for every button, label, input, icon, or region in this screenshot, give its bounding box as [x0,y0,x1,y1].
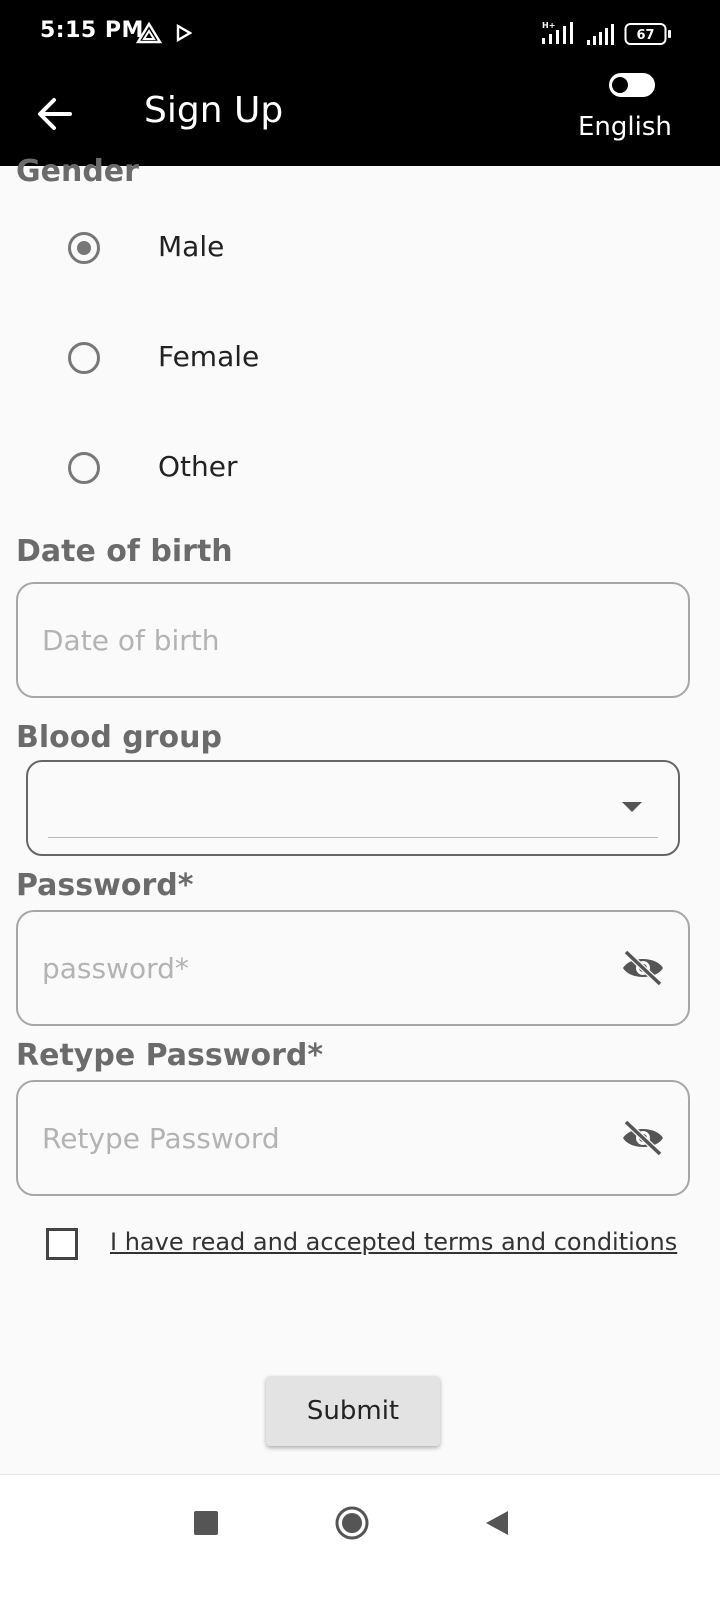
page-title: Sign Up [144,90,284,131]
radio-label: Male [158,230,225,263]
radio-button-icon[interactable] [68,452,100,484]
password-field[interactable] [16,910,690,1026]
dob-field[interactable] [16,582,690,698]
terms-checkbox[interactable] [46,1228,78,1260]
recents-square-icon[interactable] [192,1509,220,1541]
chevron-down-icon[interactable] [622,802,642,812]
radio-other[interactable]: Other [60,440,460,500]
language-label[interactable]: English [578,112,672,142]
eye-off-icon[interactable] [620,1118,666,1158]
gender-label: Gender [16,154,139,189]
dob-label: Date of birth [16,534,233,569]
dob-input[interactable] [40,614,604,666]
radio-button-icon[interactable] [68,232,100,264]
retype-password-field[interactable] [16,1080,690,1196]
radio-label: Other [158,450,238,483]
app-bar: Sign Up English [0,68,720,166]
terms-row: I have read and accepted terms and condi… [46,1226,686,1266]
battery-icon: 67 [624,22,672,50]
battery-level: 67 [636,28,654,43]
retype-password-input[interactable] [40,1112,604,1164]
select-underline [48,837,658,838]
signal-icon [586,22,618,50]
retype-password-label: Retype Password* [16,1038,324,1073]
radio-button-icon[interactable] [68,342,100,374]
status-time: 5:15 PM [40,18,144,43]
eye-off-icon[interactable] [620,948,666,988]
status-bar: 5:15 PM H+ 67 [0,0,720,68]
back-triangle-icon[interactable] [484,1509,510,1541]
svg-text:H+: H+ [542,21,555,30]
play-icon [176,23,193,46]
arrow-left-icon[interactable] [30,88,82,140]
blood-group-label: Blood group [16,720,223,755]
home-circle-icon[interactable] [334,1505,370,1545]
signup-form: Gender Male Female Other Date of birth B… [0,154,720,1506]
drive-icon [135,21,163,48]
submit-button[interactable]: Submit [266,1376,440,1446]
system-nav-bar [0,1474,720,1601]
hplus-signal-icon: H+ [540,20,580,50]
terms-link[interactable]: I have read and accepted terms and condi… [110,1228,677,1256]
radio-male[interactable]: Male [60,220,460,280]
password-label: Password* [16,868,194,903]
radio-label: Female [158,340,260,373]
password-input[interactable] [40,942,604,994]
toggle-icon[interactable] [608,72,658,98]
blood-group-select[interactable] [26,760,680,856]
radio-female[interactable]: Female [60,330,460,390]
